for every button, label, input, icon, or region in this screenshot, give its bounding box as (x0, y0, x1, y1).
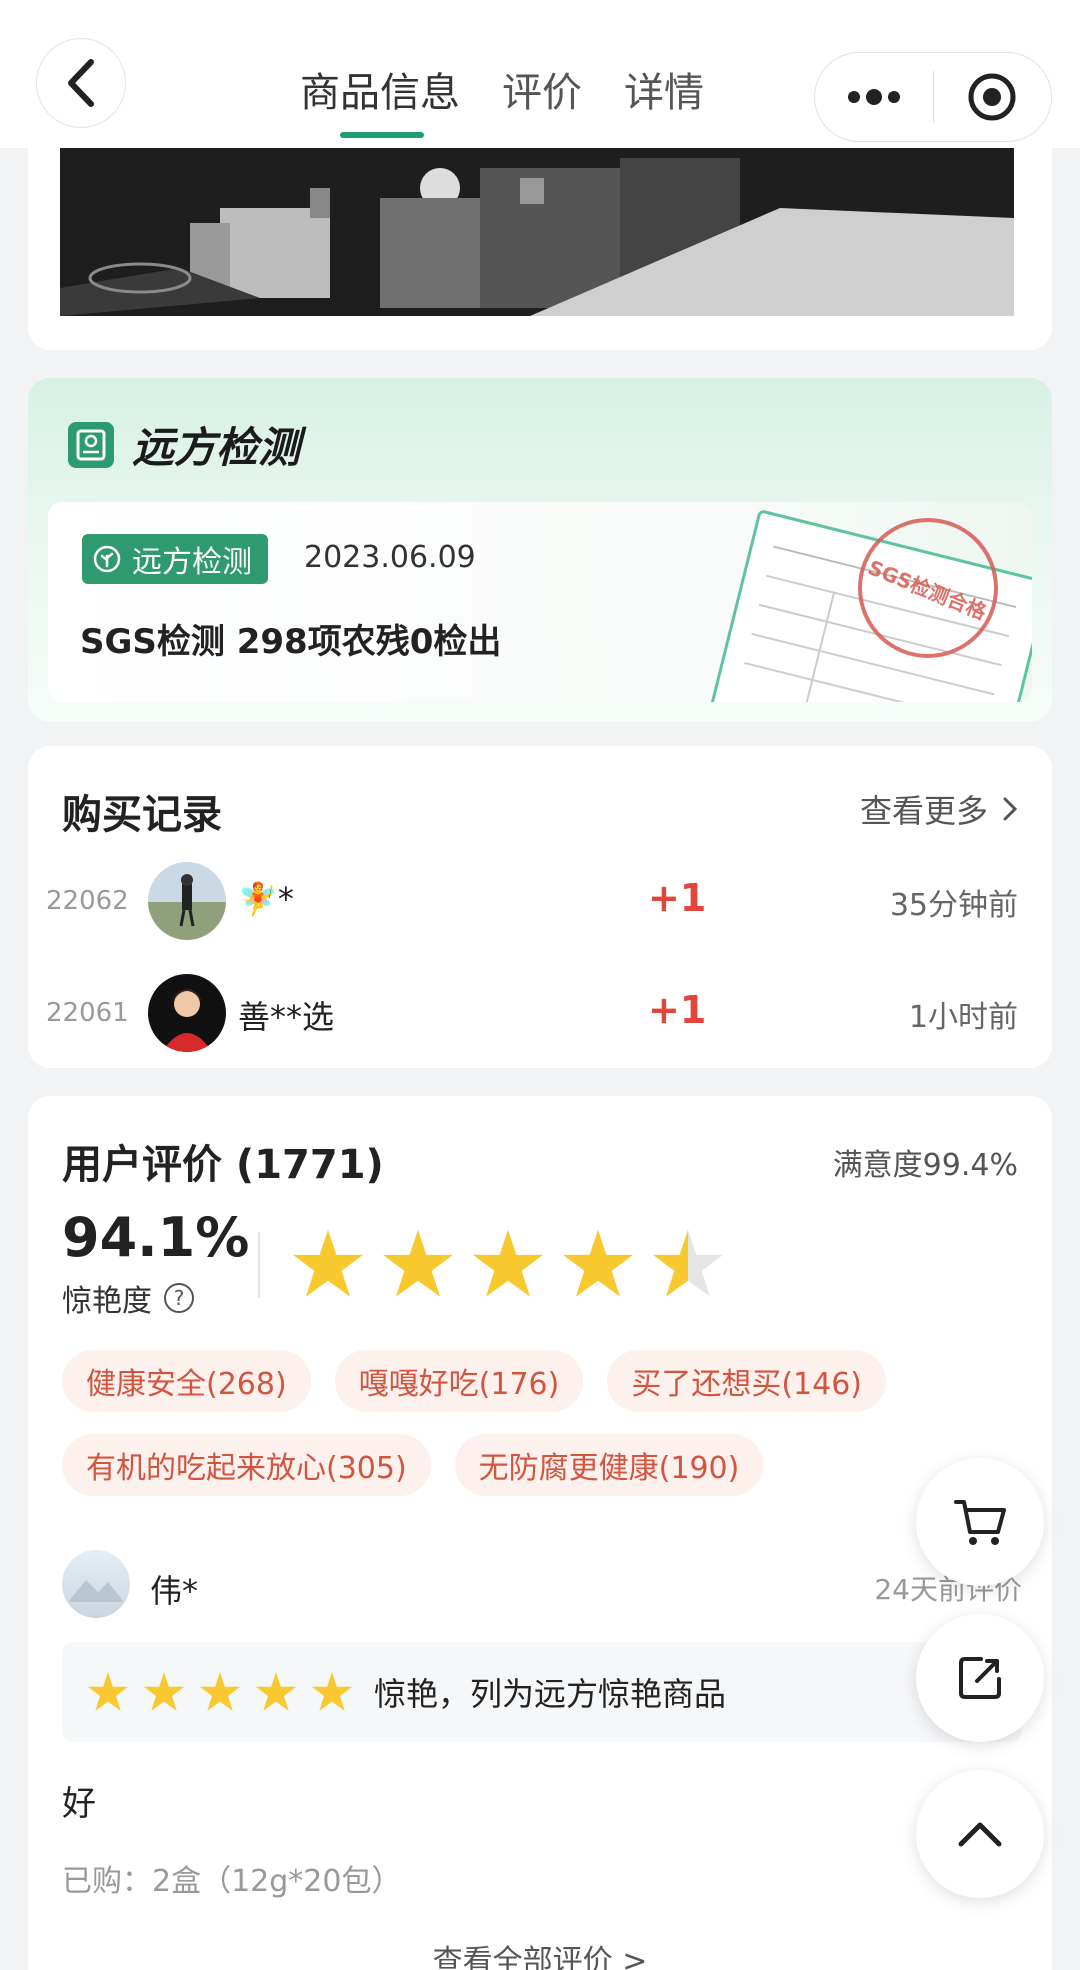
inspection-description: SGS检测 298项农残0检出 (80, 622, 502, 662)
view-all-reviews-link[interactable]: 查看全部评价 > (28, 1936, 1052, 1970)
star-icon (143, 1672, 185, 1711)
star-icon (311, 1672, 353, 1711)
buyer-name-text: * (277, 880, 294, 918)
top-nav-bar: 商品信息 评价 详情 (0, 0, 1080, 148)
fairy-emoji-icon: 🧚 (238, 880, 278, 918)
rating-text: 惊艳，列为远方惊艳商品 (374, 1675, 727, 1713)
review-tag[interactable]: 有机的吃起来放心(305) (62, 1434, 431, 1496)
see-more-link[interactable]: 查看更多 (860, 786, 1018, 832)
purchase-record-row: 22062 🧚* +1 35分钟前 (28, 858, 1052, 942)
chevron-right-icon (1003, 797, 1018, 821)
reviewer-row: 伟* 24天前评价 (62, 1550, 1022, 1620)
inspection-date: 2023.06.09 (304, 540, 476, 575)
purchase-count: +1 (648, 876, 707, 920)
purchase-count: +1 (648, 988, 707, 1032)
inspection-card[interactable]: 远方检测 远方检测 2023.06.09 SGS检测 298项农残0检出 SGS… (28, 378, 1052, 722)
cart-icon (954, 1500, 1006, 1545)
leaf-shield-icon (93, 545, 121, 573)
inspection-logo-icon (68, 421, 114, 468)
night-town-illustration (60, 148, 1014, 316)
record-number: 22062 (46, 886, 129, 916)
more-button[interactable] (815, 53, 933, 141)
reviewer-name: 伟* (150, 1572, 199, 1610)
avatar (148, 862, 226, 940)
tab-bar: 商品信息 评价 详情 (300, 60, 704, 140)
star-icon (563, 1229, 633, 1297)
buyer-name: 🧚* (238, 880, 294, 918)
cart-button[interactable] (916, 1458, 1044, 1586)
avatar (62, 1550, 130, 1618)
record-number: 22061 (46, 998, 129, 1028)
star-icon (653, 1229, 723, 1297)
share-button[interactable] (916, 1614, 1044, 1742)
purchase-records-card: 购买记录 查看更多 22062 🧚* +1 35分钟前 22061 善**选 +… (28, 746, 1052, 1068)
review-stars (86, 1670, 354, 1714)
back-to-top-button[interactable] (916, 1770, 1044, 1898)
chevron-up-icon (958, 1822, 1002, 1847)
tab-reviews[interactable]: 评价 (502, 60, 582, 140)
star-icon (87, 1672, 129, 1711)
purchase-record-row: 22061 善**选 +1 1小时前 (28, 970, 1052, 1054)
close-button[interactable] (934, 53, 1052, 141)
buyer-name: 善**选 (238, 998, 335, 1036)
chevron-left-icon (68, 59, 94, 107)
user-reviews-card: 用户评价 (1771) 满意度99.4% 94.1% 惊艳度 ? 健康安全(26… (28, 1096, 1052, 1970)
inspection-report[interactable]: 远方检测 2023.06.09 SGS检测 298项农残0检出 SGS检测合格 (48, 502, 1032, 702)
avatar (148, 974, 226, 1052)
back-button[interactable] (36, 38, 126, 128)
review-tag[interactable]: 健康安全(268) (62, 1350, 311, 1412)
review-tag[interactable]: 买了还想买(146) (607, 1350, 887, 1412)
star-icon (473, 1229, 543, 1297)
purchase-time: 1小时前 (908, 1000, 1018, 1035)
review-tag[interactable]: 无防腐更健康(190) (454, 1434, 764, 1496)
star-icon (383, 1229, 453, 1297)
star-rating (290, 1226, 726, 1302)
amazement-label: 惊艳度 ? (62, 1276, 194, 1320)
product-photo-card (28, 120, 1052, 350)
share-icon (959, 1657, 1001, 1699)
reviews-title: 用户评价 (1771) (62, 1142, 384, 1188)
inspection-title: 远方检测 (132, 423, 301, 472)
purchased-spec: 已购：2盒（12g*20包） (62, 1864, 402, 1899)
star-icon (255, 1672, 297, 1711)
purchase-time: 35分钟前 (889, 888, 1018, 923)
review-rating-box: 惊艳，列为远方惊艳商品 (62, 1642, 1022, 1742)
purchase-records-title: 购买记录 (62, 792, 222, 838)
inspection-badge-label: 远方检测 (132, 545, 252, 580)
target-circle-icon (968, 73, 1016, 121)
inspection-badge: 远方检测 (82, 534, 268, 584)
help-icon[interactable]: ? (164, 1283, 194, 1313)
tab-details[interactable]: 详情 (624, 60, 704, 140)
star-icon (293, 1229, 363, 1297)
review-body: 好 (62, 1784, 96, 1824)
score-divider (258, 1232, 260, 1298)
see-more-label: 查看更多 (859, 792, 988, 830)
stamp-text: SGS检测合格 (864, 554, 990, 624)
product-photo (60, 148, 1014, 316)
review-tags: 健康安全(268) 嘎嘎好吃(176) 买了还想买(146) 有机的吃起来放心(… (62, 1350, 1022, 1496)
review-tag[interactable]: 嘎嘎好吃(176) (334, 1350, 584, 1412)
satisfaction-rate: 满意度99.4% (832, 1148, 1018, 1183)
more-dots-icon (847, 89, 900, 105)
tab-product-info[interactable]: 商品信息 (300, 60, 460, 140)
star-icon (199, 1672, 241, 1711)
inspection-header: 远方检测 (68, 414, 300, 475)
amazement-score: 94.1% (62, 1206, 250, 1269)
mini-program-capsule (814, 52, 1052, 142)
amazement-label-text: 惊艳度 (62, 1284, 152, 1319)
